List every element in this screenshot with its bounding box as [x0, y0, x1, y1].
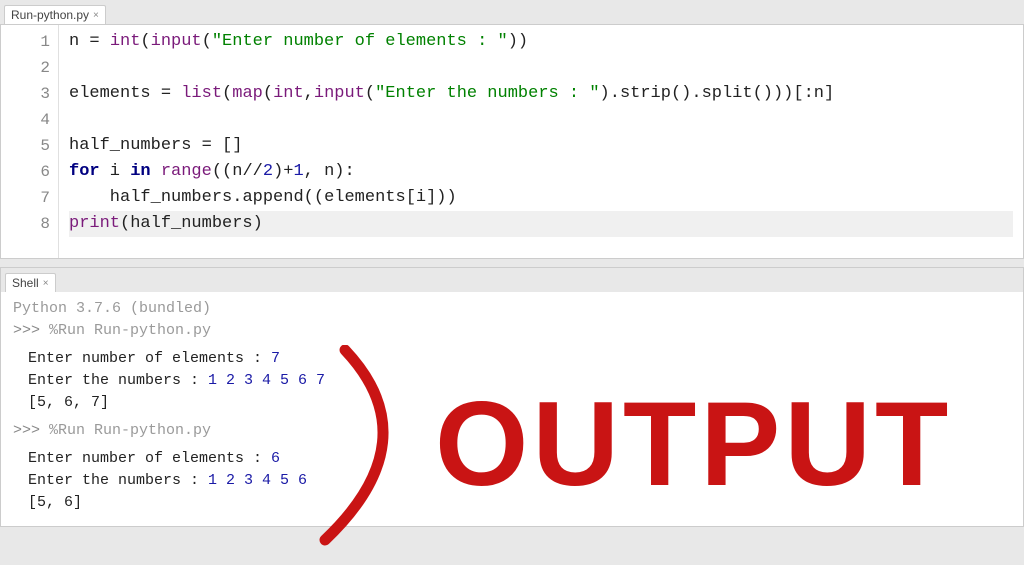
shell-output[interactable]: Python 3.7.6 (bundled)>>> %Run Run-pytho…: [1, 292, 1023, 526]
code-token: =: [161, 84, 171, 103]
shell-command-line: >>> %Run Run-python.py: [13, 320, 1011, 342]
code-token: )+: [273, 162, 293, 181]
editor-pane: Run-python.py × 12345678 n = int(input("…: [0, 0, 1024, 259]
code-token: [100, 32, 110, 51]
line-number: 6: [1, 159, 50, 185]
shell-tabbar: Shell ×: [1, 268, 1023, 292]
code-token: [171, 84, 181, 103]
close-icon[interactable]: ×: [93, 10, 99, 21]
editor-tab-label: Run-python.py: [11, 8, 89, 22]
shell-io-line: Enter the numbers : 1 2 3 4 5 6: [13, 470, 1011, 492]
code-token: half_numbers: [130, 214, 252, 233]
code-token: int: [273, 84, 304, 103]
shell-output-line: [5, 6, 7]: [13, 392, 1011, 414]
code-token: =: [202, 136, 212, 155]
shell-tab[interactable]: Shell ×: [5, 273, 56, 292]
shell-command-line: >>> %Run Run-python.py: [13, 420, 1011, 442]
editor-tab[interactable]: Run-python.py ×: [4, 5, 106, 24]
code-token: input: [151, 32, 202, 51]
code-token: (: [365, 84, 375, 103]
code-token: ): [253, 214, 263, 233]
code-token: int: [110, 32, 141, 51]
code-token: ((: [304, 188, 324, 207]
code-token: 2: [263, 162, 273, 181]
code-token: split: [702, 84, 753, 103]
code-line[interactable]: [69, 107, 1013, 133]
code-token: n: [69, 32, 89, 51]
shell-tab-label: Shell: [12, 276, 39, 290]
code-token: 1: [293, 162, 303, 181]
shell-io-line: Enter number of elements : 6: [13, 448, 1011, 470]
shell-version: Python 3.7.6 (bundled): [13, 298, 1011, 320]
code-token: ).: [600, 84, 620, 103]
line-number: 5: [1, 133, 50, 159]
code-token: half_numbers.: [69, 188, 242, 207]
code-token: (: [120, 214, 130, 233]
close-icon[interactable]: ×: [43, 278, 49, 289]
code-token: ]: [824, 84, 834, 103]
shell-io-line: Enter the numbers : 1 2 3 4 5 6 7: [13, 370, 1011, 392]
shell-pane: Shell × Python 3.7.6 (bundled)>>> %Run R…: [0, 267, 1024, 527]
code-token: "Enter the numbers : ": [375, 84, 599, 103]
code-line[interactable]: [69, 55, 1013, 81]
code-token: strip: [620, 84, 671, 103]
code-area[interactable]: n = int(input("Enter number of elements …: [59, 25, 1023, 258]
code-token: n: [324, 162, 334, 181]
code-line[interactable]: half_numbers.append((elements[i])): [69, 185, 1013, 211]
code-token: )): [508, 32, 528, 51]
code-token: [151, 162, 161, 181]
code-token: print: [69, 214, 120, 233]
code-token: ,: [304, 84, 314, 103]
code-token: ,: [304, 162, 324, 181]
code-token: i: [100, 162, 131, 181]
code-token: ().: [671, 84, 702, 103]
code-token: //: [242, 162, 262, 181]
code-token: (: [140, 32, 150, 51]
code-token: in: [130, 162, 150, 181]
line-number: 7: [1, 185, 50, 211]
line-number: 1: [1, 29, 50, 55]
code-token: n: [232, 162, 242, 181]
line-number: 3: [1, 81, 50, 107]
code-token: list: [181, 84, 222, 103]
code-token: append: [242, 188, 303, 207]
line-number: 2: [1, 55, 50, 81]
line-number-gutter: 12345678: [1, 25, 59, 258]
code-token: ()))[:: [753, 84, 814, 103]
code-token: (: [222, 84, 232, 103]
shell-io-line: Enter number of elements : 7: [13, 348, 1011, 370]
code-token: ):: [334, 162, 354, 181]
code-line[interactable]: half_numbers = []: [69, 133, 1013, 159]
code-token: ])): [426, 188, 457, 207]
code-token: []: [212, 136, 243, 155]
code-token: range: [161, 162, 212, 181]
code-token: elements: [324, 188, 406, 207]
code-token: n: [814, 84, 824, 103]
line-number: 4: [1, 107, 50, 133]
code-line[interactable]: print(half_numbers): [69, 211, 1013, 237]
editor-tabbar: Run-python.py ×: [0, 0, 1024, 24]
code-token: (: [263, 84, 273, 103]
code-token: ((: [212, 162, 232, 181]
splitter[interactable]: [0, 259, 1024, 267]
code-line[interactable]: n = int(input("Enter number of elements …: [69, 29, 1013, 55]
code-token: i: [416, 188, 426, 207]
code-token: "Enter number of elements : ": [212, 32, 508, 51]
code-token: half_numbers: [69, 136, 202, 155]
code-token: [: [406, 188, 416, 207]
code-token: input: [314, 84, 365, 103]
line-number: 8: [1, 211, 50, 237]
code-token: elements: [69, 84, 161, 103]
code-token: map: [232, 84, 263, 103]
code-line[interactable]: elements = list(map(int,input("Enter the…: [69, 81, 1013, 107]
code-token: =: [89, 32, 99, 51]
code-line[interactable]: for i in range((n//2)+1, n):: [69, 159, 1013, 185]
shell-output-line: [5, 6]: [13, 492, 1011, 514]
code-editor[interactable]: 12345678 n = int(input("Enter number of …: [0, 24, 1024, 259]
code-token: (: [202, 32, 212, 51]
code-token: for: [69, 162, 100, 181]
